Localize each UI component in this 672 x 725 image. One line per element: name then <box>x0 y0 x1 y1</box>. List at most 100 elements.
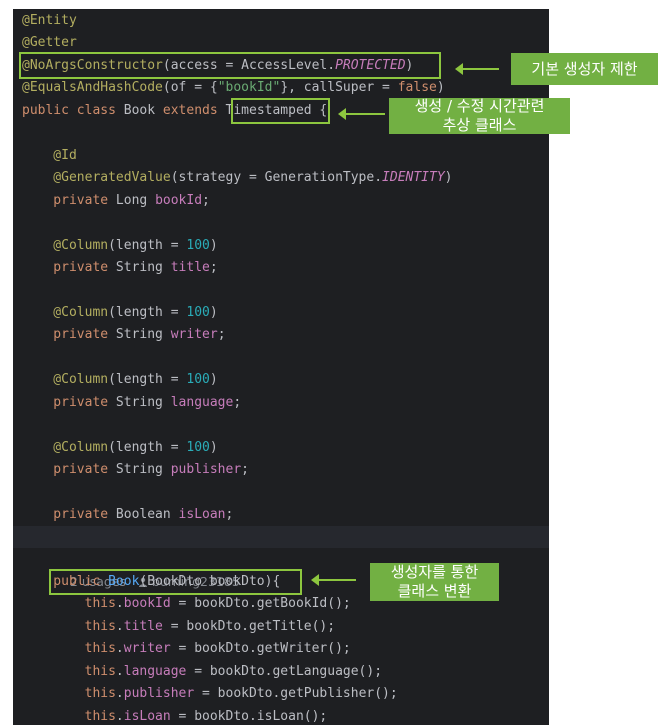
code-token: "bookId" <box>217 80 281 96</box>
timestamped-callout-line2: 추상 클래스 <box>442 116 517 134</box>
caret-line-highlight <box>13 526 549 548</box>
code-token: }, callSuper = <box>280 80 398 96</box>
code-token: false <box>397 80 437 96</box>
noargs-highlight-box <box>19 52 441 79</box>
code-line[interactable]: this.publisher = bookDto.getPublisher(); <box>22 684 398 704</box>
code-token: private <box>22 462 116 477</box>
code-token: public class <box>22 102 124 118</box>
code-token: 100 <box>186 304 210 320</box>
code-token: publisher <box>170 462 242 477</box>
code-token: = bookDto.getLanguage(); <box>186 663 383 679</box>
code-token: title <box>170 259 210 275</box>
noargs-callout-text: 기본 생성자 제한 <box>531 59 638 78</box>
code-token: this <box>22 596 116 612</box>
code-token: title <box>123 618 163 634</box>
code-token: = bookDto.getBookId(); <box>170 596 351 612</box>
code-line[interactable]: @GeneratedValue(strategy = GenerationTyp… <box>22 168 453 188</box>
code-line[interactable]: @Entity <box>22 11 77 31</box>
code-token: Long <box>115 192 156 208</box>
code-line[interactable]: this.bookId = bookDto.getBookId(); <box>22 594 351 614</box>
timestamped-callout-line1: 생성 / 수정 시간관련 <box>414 97 545 115</box>
code-token: . <box>115 596 124 612</box>
code-token: this <box>22 708 116 724</box>
code-token: this <box>22 663 116 679</box>
code-token: (length = <box>108 304 187 320</box>
code-token: isLoan <box>123 708 171 724</box>
noargs-arrow <box>455 63 499 75</box>
code-token: (of = { <box>162 80 218 96</box>
code-token: String <box>115 327 171 343</box>
code-line[interactable]: this.title = bookDto.getTitle(); <box>22 617 335 637</box>
code-token: 100 <box>186 439 210 455</box>
code-token: this <box>22 618 116 634</box>
code-token: isLoan <box>178 506 226 522</box>
code-line[interactable]: private String language; <box>22 393 241 413</box>
constructor-arrow <box>311 574 356 586</box>
constructor-callout-line2: 클래스 변환 <box>397 582 472 600</box>
code-line[interactable]: private Long bookId; <box>22 191 210 211</box>
code-token: bookId <box>123 596 171 612</box>
code-line[interactable]: @Getter <box>22 33 77 53</box>
code-token: String <box>115 259 171 275</box>
code-line[interactable]: @Column(length = 100) <box>22 438 217 458</box>
code-token: private <box>22 259 116 275</box>
code-token: (strategy = GenerationType. <box>170 170 383 186</box>
code-token: private <box>22 327 116 343</box>
timestamped-highlight-box <box>231 98 330 124</box>
code-token: private <box>22 506 116 522</box>
code-token: . <box>115 708 124 724</box>
code-line[interactable]: this.writer = bookDto.getWriter(); <box>22 639 351 659</box>
code-token: ) <box>209 304 218 320</box>
code-line[interactable]: @Column(length = 100) <box>22 236 218 256</box>
code-token: this <box>22 686 116 702</box>
code-line[interactable]: private Boolean isLoan; <box>22 505 233 525</box>
code-line[interactable]: @Id <box>22 146 77 166</box>
constructor-callout: 생성자를 통한 클래스 변환 <box>370 563 499 601</box>
code-line[interactable]: @EqualsAndHashCode(of = {"bookId"}, call… <box>22 78 445 98</box>
code-token: ) <box>209 237 218 253</box>
timestamped-callout: 생성 / 수정 시간관련 추상 클래스 <box>389 97 570 134</box>
code-token: extends <box>162 102 226 118</box>
code-token: 100 <box>186 237 210 253</box>
code-line[interactable]: this.isLoan = bookDto.isLoan(); <box>22 707 328 725</box>
code-token: publisher <box>123 686 195 702</box>
code-line[interactable]: @Column(length = 100) <box>22 370 218 390</box>
code-token: ) <box>209 372 218 388</box>
code-token: @Column <box>22 237 109 253</box>
code-token: private <box>22 192 116 208</box>
code-token: @Column <box>22 304 109 320</box>
code-token: (length = <box>108 439 187 455</box>
code-token: Boolean <box>115 506 179 522</box>
code-token: language <box>170 394 234 410</box>
constructor-callout-line1: 생성자를 통한 <box>390 563 479 581</box>
code-token: @Id <box>22 147 77 163</box>
code-token: @Column <box>22 372 109 388</box>
code-token: = bookDto.isLoan(); <box>170 708 328 724</box>
code-token: @Column <box>22 439 109 455</box>
code-token: String <box>115 462 171 477</box>
code-token: = bookDto.getTitle(); <box>162 618 336 634</box>
code-token: bookId <box>155 192 203 208</box>
code-token: ; <box>241 462 249 477</box>
code-token: ; <box>225 506 234 522</box>
code-token: . <box>115 618 124 634</box>
code-token: . <box>115 663 124 679</box>
code-token: ) <box>444 170 453 186</box>
code-token: = bookDto.getWriter(); <box>170 641 351 657</box>
code-token: @Entity <box>22 13 77 28</box>
code-token: . <box>115 686 124 702</box>
code-token: this <box>22 641 116 657</box>
code-line[interactable]: private String publisher; <box>22 460 249 480</box>
code-line[interactable]: this.language = bookDto.getLanguage(); <box>22 662 382 682</box>
code-line[interactable]: @Column(length = 100) <box>22 303 218 323</box>
noargs-callout: 기본 생성자 제한 <box>511 53 658 85</box>
code-token: ; <box>202 192 210 208</box>
code-token: @GeneratedValue <box>22 170 171 186</box>
code-token: (length = <box>108 237 187 253</box>
code-token: ; <box>209 259 218 275</box>
code-line[interactable]: private String title; <box>22 258 218 278</box>
code-token: IDENTITY <box>382 170 445 186</box>
code-token: language <box>123 663 187 679</box>
code-token: ; <box>217 327 226 343</box>
code-line[interactable]: private String writer; <box>22 325 226 345</box>
